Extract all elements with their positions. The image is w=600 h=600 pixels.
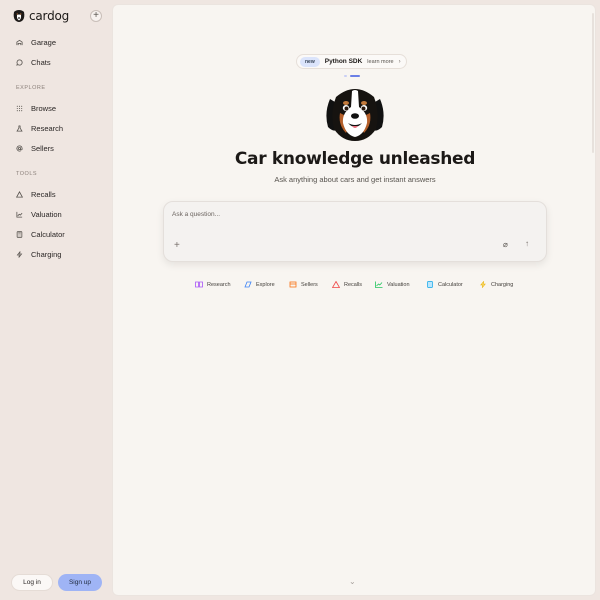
calculator-icon bbox=[427, 281, 433, 288]
sidebar-item-recalls[interactable]: Recalls bbox=[16, 190, 56, 199]
quick-action-explore[interactable]: Explore bbox=[244, 281, 275, 288]
dog-logo-icon bbox=[13, 10, 25, 22]
compass-icon bbox=[244, 281, 252, 288]
chart-line-icon bbox=[16, 211, 23, 218]
sidebar-item-calculator[interactable]: Calculator bbox=[16, 230, 65, 239]
chevron-down-icon[interactable]: ⌄ bbox=[349, 577, 356, 586]
flask-icon bbox=[16, 125, 23, 132]
add-attachment-icon[interactable]: + bbox=[174, 240, 180, 251]
chevron-right-icon: › bbox=[398, 58, 401, 65]
announcement-banner[interactable]: new Python SDK learn more › bbox=[296, 54, 407, 69]
sidebar-item-label: Browse bbox=[31, 104, 57, 113]
quick-action-charging[interactable]: Charging bbox=[479, 281, 513, 288]
learn-more-link[interactable]: learn more bbox=[367, 59, 393, 65]
quick-action-label: Charging bbox=[491, 281, 514, 288]
book-icon bbox=[195, 281, 203, 288]
quick-action-label: Recalls bbox=[344, 281, 363, 288]
quick-action-label: Research bbox=[207, 281, 231, 288]
question-input[interactable] bbox=[172, 211, 472, 218]
hero-subtitle: Ask anything about cars and get instant … bbox=[274, 175, 436, 184]
sidebar-item-browse[interactable]: Browse bbox=[16, 104, 56, 113]
sidebar-item-sellers[interactable]: Sellers bbox=[16, 144, 54, 153]
sidebar-item-label: Calculator bbox=[31, 230, 65, 239]
hero-title: Car knowledge unleashed bbox=[234, 149, 476, 169]
calculator-icon bbox=[16, 231, 23, 238]
warning-icon bbox=[332, 281, 340, 288]
sidebar-item-label: Chats bbox=[31, 58, 51, 67]
carousel-dot-active[interactable] bbox=[350, 75, 360, 77]
quick-action-label: Valuation bbox=[387, 281, 410, 288]
garage-icon bbox=[16, 39, 23, 46]
chart-line-icon bbox=[375, 281, 383, 288]
grid-dots-icon bbox=[16, 105, 23, 112]
signup-button[interactable]: Sign up bbox=[58, 574, 102, 591]
quick-action-label: Sellers bbox=[301, 281, 318, 288]
chat-bubble-icon bbox=[16, 59, 23, 66]
carousel-dot[interactable] bbox=[344, 75, 347, 77]
quick-action-label: Explore bbox=[256, 281, 275, 288]
at-sign-icon bbox=[16, 145, 23, 152]
quick-action-sellers[interactable]: Sellers bbox=[289, 281, 318, 288]
section-label-explore: EXPLORE bbox=[16, 85, 46, 91]
sidebar-item-label: Charging bbox=[31, 250, 62, 259]
sidebar-item-label: Research bbox=[31, 124, 64, 133]
quick-action-label: Calculator bbox=[438, 281, 463, 288]
warning-icon bbox=[16, 191, 23, 198]
quick-action-recalls[interactable]: Recalls bbox=[332, 281, 362, 288]
login-button[interactable]: Log in bbox=[11, 574, 53, 591]
quick-action-research[interactable]: Research bbox=[195, 281, 231, 288]
sidebar-item-research[interactable]: Research bbox=[16, 124, 63, 133]
sidebar-item-label: Garage bbox=[31, 38, 57, 47]
sidebar-item-label: Valuation bbox=[31, 210, 62, 219]
lightning-icon bbox=[16, 251, 23, 258]
sidebar-item-chats[interactable]: Chats bbox=[16, 58, 51, 67]
sidebar-item-charging[interactable]: Charging bbox=[16, 250, 61, 259]
lightning-icon bbox=[480, 281, 486, 288]
banner-title: Python SDK bbox=[324, 58, 363, 65]
brand-name: cardog bbox=[29, 9, 70, 23]
sidebar-item-label: Recalls bbox=[31, 190, 56, 199]
sidebar-item-valuation[interactable]: Valuation bbox=[16, 210, 62, 219]
new-chat-button[interactable]: + bbox=[90, 10, 102, 22]
section-label-tools: TOOLS bbox=[16, 171, 38, 177]
quick-action-valuation[interactable]: Valuation bbox=[375, 281, 410, 288]
store-icon bbox=[289, 281, 297, 288]
dog-mascot-image bbox=[326, 89, 384, 141]
main-panel: new Python SDK learn more › Car knowledg… bbox=[112, 4, 596, 596]
sidebar-item-garage[interactable]: Garage bbox=[16, 38, 56, 47]
chat-composer: + ⌀ ↑ bbox=[163, 201, 547, 262]
sidebar: cardog + Garage Chats EXPLORE Browse Res… bbox=[0, 0, 112, 600]
sidebar-item-label: Sellers bbox=[31, 144, 54, 153]
paperclip-icon[interactable]: ⌀ bbox=[503, 240, 508, 249]
brand-logo[interactable]: cardog bbox=[12, 9, 69, 23]
scrollbar[interactable] bbox=[592, 13, 594, 153]
quick-action-calculator[interactable]: Calculator bbox=[426, 281, 463, 288]
new-badge: new bbox=[300, 56, 320, 67]
send-arrow-icon[interactable]: ↑ bbox=[525, 239, 529, 248]
